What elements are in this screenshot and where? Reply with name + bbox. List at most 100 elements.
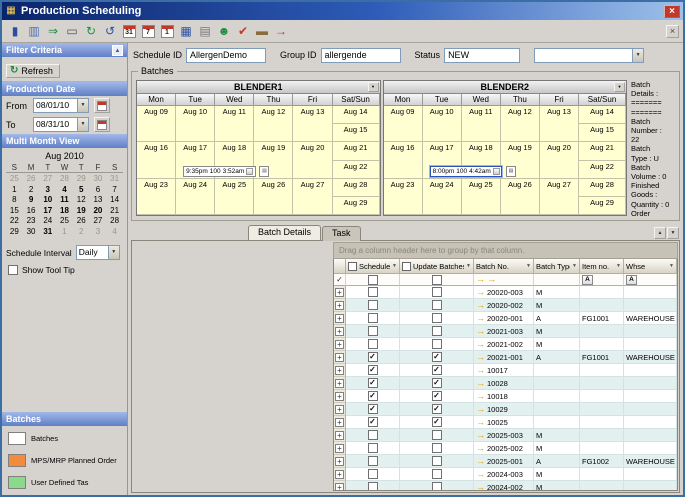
mini-cal-day[interactable]: 16 bbox=[23, 206, 40, 217]
mini-cal-day[interactable]: 14 bbox=[106, 195, 123, 206]
update-checkbox[interactable] bbox=[431, 339, 442, 349]
table-row[interactable]: + → 20021-002 M bbox=[334, 338, 677, 351]
table-row[interactable]: + → 20021-003 M bbox=[334, 325, 677, 338]
pane-scroll-down[interactable]: ▼ bbox=[667, 227, 679, 239]
blender-weekend-cell[interactable]: Aug 14 Aug 15 bbox=[579, 106, 626, 143]
scheduled-cell[interactable]: ✓ bbox=[346, 377, 400, 390]
mini-cal-day[interactable]: 24 bbox=[39, 216, 56, 227]
from-date-combo[interactable]: 08/01/10 ▼ bbox=[33, 98, 89, 113]
expand-button[interactable]: + bbox=[335, 326, 344, 336]
blender-day-cell[interactable]: Aug 26 bbox=[254, 178, 294, 215]
blender-day-cell[interactable]: Aug 11 bbox=[461, 106, 501, 143]
expand-button[interactable]: + bbox=[335, 365, 344, 375]
schedule-id-input[interactable] bbox=[186, 47, 267, 63]
column-header-batch_no[interactable]: Batch No. ▼ bbox=[474, 259, 534, 274]
filter-update-cell[interactable] bbox=[400, 274, 474, 286]
blender-day-cell[interactable]: Aug 16 bbox=[383, 142, 423, 179]
mini-cal-day[interactable]: 11 bbox=[56, 195, 73, 206]
event-side-icon[interactable]: ▤ bbox=[505, 165, 516, 177]
mini-cal-day[interactable]: 29 bbox=[6, 227, 23, 238]
column-dropdown-icon[interactable]: ▼ bbox=[466, 263, 471, 269]
calendar-day-icon[interactable]: 1 bbox=[158, 22, 176, 40]
from-calendar-button[interactable] bbox=[94, 98, 110, 113]
blender-weekend-cell[interactable]: Aug 14 Aug 15 bbox=[332, 106, 380, 143]
expand-button[interactable]: + bbox=[335, 404, 344, 414]
mini-cal-day[interactable]: 2 bbox=[73, 227, 90, 238]
expand-button[interactable]: + bbox=[335, 300, 344, 310]
scheduled-checkbox[interactable] bbox=[367, 469, 378, 479]
column-header-update[interactable]: Update Batches ▼ bbox=[400, 259, 474, 274]
scheduled-cell[interactable] bbox=[346, 325, 400, 338]
expand-button[interactable]: + bbox=[335, 417, 344, 427]
scheduled-cell[interactable]: ✓ bbox=[346, 416, 400, 429]
blender-day-cell[interactable]: Aug 25 bbox=[461, 178, 501, 215]
update-cell[interactable] bbox=[400, 481, 474, 490]
empty-combobox-dropdown[interactable]: ▼ bbox=[632, 48, 644, 62]
status-input[interactable] bbox=[444, 47, 521, 63]
update-cell[interactable]: ✓ bbox=[400, 390, 474, 403]
update-checkbox[interactable] bbox=[431, 456, 442, 466]
refresh-icon[interactable]: ↻ bbox=[82, 22, 100, 40]
blender-day-cell[interactable]: Aug 27 bbox=[539, 178, 580, 215]
blender-day-cell[interactable]: Aug 24 bbox=[176, 178, 216, 215]
update-cell[interactable]: ✓ bbox=[400, 364, 474, 377]
scheduled-cell[interactable] bbox=[346, 481, 400, 490]
collapse-button[interactable]: ▲ bbox=[112, 44, 123, 56]
blender-day-cell[interactable]: Aug 25 bbox=[215, 178, 255, 215]
undo-icon[interactable]: ↺ bbox=[101, 22, 119, 40]
scheduled-cell[interactable] bbox=[346, 468, 400, 481]
save-icon[interactable]: ▮ bbox=[6, 22, 24, 40]
update-checkbox[interactable] bbox=[431, 469, 442, 479]
scheduled-checkbox[interactable] bbox=[367, 482, 378, 490]
blender-day-cell[interactable]: Aug 16 bbox=[137, 142, 177, 179]
scheduled-checkbox[interactable] bbox=[367, 326, 378, 336]
blender-day-cell[interactable]: Aug 13 bbox=[293, 106, 333, 143]
expand-button[interactable]: + bbox=[335, 469, 344, 479]
tab-batch-details[interactable]: Batch Details bbox=[248, 225, 322, 240]
mini-cal-day[interactable]: 3 bbox=[39, 185, 56, 196]
mini-cal-day[interactable]: 9 bbox=[23, 195, 40, 206]
scheduled-cell[interactable] bbox=[346, 455, 400, 468]
table-row[interactable]: + ✓ ✓ → 10018 bbox=[334, 390, 677, 403]
mini-cal-day[interactable]: 23 bbox=[23, 216, 40, 227]
update-cell[interactable] bbox=[400, 455, 474, 468]
calendar-week-icon[interactable]: 7 bbox=[139, 22, 157, 40]
mini-cal-day[interactable]: 25 bbox=[56, 216, 73, 227]
mini-cal-day[interactable]: 15 bbox=[6, 206, 23, 217]
mini-cal-day[interactable]: 22 bbox=[6, 216, 23, 227]
empty-combobox[interactable]: ▼ bbox=[534, 47, 645, 63]
scheduled-cell[interactable] bbox=[346, 312, 400, 325]
update-checkbox[interactable]: ✓ bbox=[431, 378, 442, 388]
mini-cal-day[interactable]: 6 bbox=[90, 185, 107, 196]
blender-dropdown-button[interactable]: ▼ bbox=[367, 82, 379, 92]
table-row[interactable]: + → 20024-003 M bbox=[334, 468, 677, 481]
blender-day-cell[interactable]: Aug 11 bbox=[215, 106, 255, 143]
mini-cal-day[interactable]: 10 bbox=[39, 195, 56, 206]
scheduled-cell[interactable]: ✓ bbox=[346, 390, 400, 403]
mini-cal-day[interactable]: 27 bbox=[90, 216, 107, 227]
table-row[interactable]: + → 20025-001 A FG1002 WAREHOUSE bbox=[334, 455, 677, 468]
scheduled-cell[interactable] bbox=[346, 338, 400, 351]
update-checkbox[interactable]: ✓ bbox=[431, 404, 442, 414]
filter-whse-cell[interactable]: A bbox=[624, 274, 677, 286]
update-checkbox[interactable]: ✓ bbox=[431, 352, 442, 362]
update-cell[interactable]: ✓ bbox=[400, 377, 474, 390]
mini-cal-day[interactable]: 5 bbox=[73, 185, 90, 196]
update-checkbox[interactable] bbox=[431, 443, 442, 453]
update-cell[interactable] bbox=[400, 286, 474, 299]
pane-scroll-up[interactable]: ▲ bbox=[654, 227, 666, 239]
calendar-month-icon[interactable]: 31 bbox=[120, 22, 138, 40]
table-row[interactable]: + → 20025-002 M bbox=[334, 442, 677, 455]
window-layout-icon[interactable]: ▥ bbox=[25, 22, 43, 40]
filter-a-button[interactable]: A bbox=[626, 274, 637, 285]
filter-checkbox[interactable] bbox=[431, 274, 442, 285]
update-checkbox[interactable] bbox=[431, 482, 442, 490]
mini-cal-day[interactable]: 28 bbox=[56, 174, 73, 185]
table-row[interactable]: + → 20020-001 A FG1001 WAREHOUSE bbox=[334, 312, 677, 325]
scheduled-cell[interactable]: ✓ bbox=[346, 364, 400, 377]
table-row[interactable]: + → 20020-003 M bbox=[334, 286, 677, 299]
update-checkbox[interactable]: ✓ bbox=[431, 417, 442, 427]
mini-cal-day[interactable]: 25 bbox=[6, 174, 23, 185]
update-cell[interactable] bbox=[400, 338, 474, 351]
scheduled-checkbox[interactable]: ✓ bbox=[367, 352, 378, 362]
